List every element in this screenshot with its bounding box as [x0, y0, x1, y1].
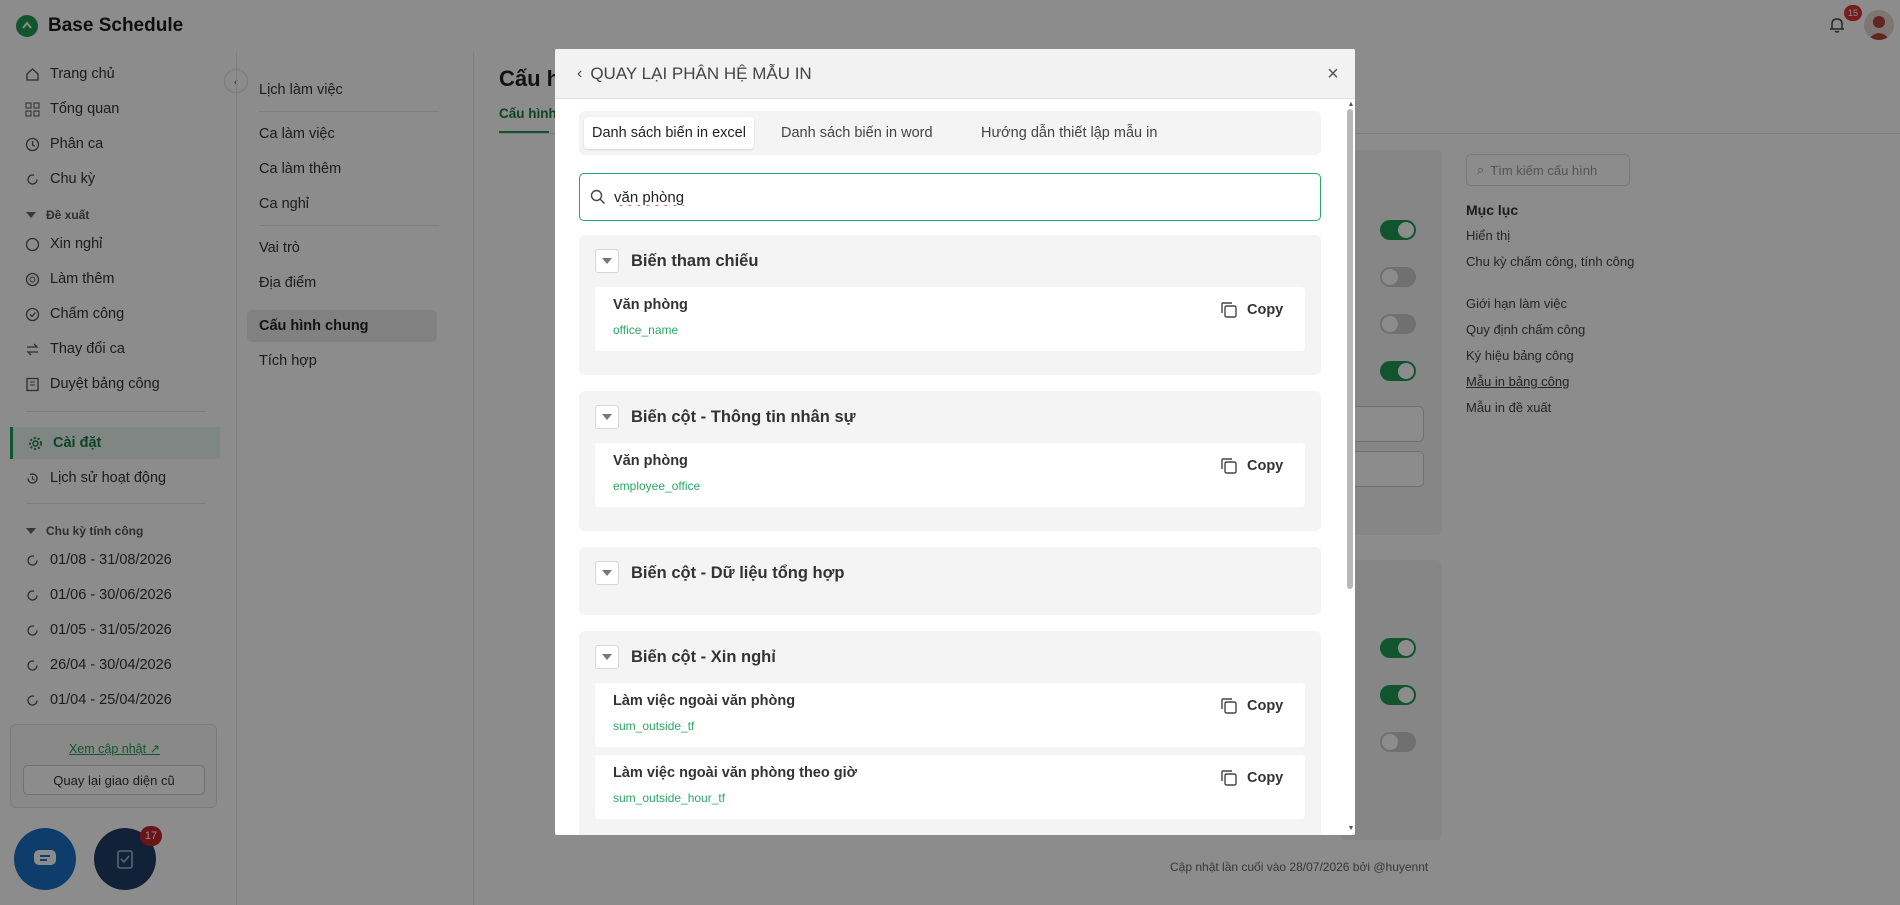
- copy-button[interactable]: Copy: [1219, 768, 1283, 788]
- tab-template-guide[interactable]: Hướng dẫn thiết lập mẫu in: [973, 117, 1165, 149]
- variable-group: Biến cột - Dữ liệu tổng hợp: [579, 547, 1321, 615]
- group-collapse-toggle[interactable]: [595, 249, 619, 273]
- copy-label: Copy: [1247, 770, 1284, 786]
- variables-modal: ‹ QUAY LẠI PHÂN HỆ MẪU IN × Danh sách bi…: [555, 49, 1355, 835]
- group-collapse-toggle[interactable]: [595, 645, 619, 669]
- scroll-up-icon[interactable]: ▲: [1347, 101, 1355, 108]
- search-icon: [590, 189, 605, 204]
- copy-button[interactable]: Copy: [1219, 696, 1283, 716]
- variable-code: sum_outside_tf: [613, 719, 695, 733]
- variable-group: Biến cột - Thông tin nhân sự Văn phòng e…: [579, 391, 1321, 531]
- caret-down-icon: [602, 414, 612, 420]
- copy-icon: [1221, 458, 1237, 474]
- copy-button[interactable]: Copy: [1219, 300, 1283, 320]
- close-icon: ×: [1327, 62, 1339, 85]
- variable-name: Văn phòng: [613, 297, 688, 313]
- modal-header: ‹ QUAY LẠI PHÂN HỆ MẪU IN ×: [555, 49, 1355, 99]
- variable-code: office_name: [613, 323, 679, 337]
- copy-button[interactable]: Copy: [1219, 456, 1283, 476]
- variable-group: Biến cột - Xin nghỉ Làm việc ngoài văn p…: [579, 631, 1321, 835]
- variable-item: Văn phòng employee_office Copy: [595, 443, 1305, 507]
- group-collapse-toggle[interactable]: [595, 561, 619, 585]
- copy-label: Copy: [1247, 302, 1284, 318]
- variable-item: Văn phòng office_name Copy: [595, 287, 1305, 351]
- variable-code: sum_outside_hour_tf: [613, 791, 726, 805]
- group-title: Biến tham chiếu: [631, 251, 759, 270]
- group-header: Biến tham chiếu: [595, 249, 758, 273]
- group-collapse-toggle[interactable]: [595, 405, 619, 429]
- group-header: Biến cột - Xin nghỉ: [595, 645, 776, 669]
- variable-item: Làm việc ngoài văn phòng theo giờ sum_ou…: [595, 755, 1305, 819]
- variable-group: Biến tham chiếu Văn phòng office_name Co…: [579, 235, 1321, 375]
- scrollbar-thumb[interactable]: [1347, 109, 1353, 589]
- variable-name: Làm việc ngoài văn phòng: [613, 693, 796, 709]
- chevron-left-icon: ‹: [577, 65, 583, 82]
- copy-icon: [1221, 698, 1237, 714]
- tab-word-variables[interactable]: Danh sách biến in word: [773, 117, 941, 149]
- copy-icon: [1221, 770, 1237, 786]
- group-header: Biến cột - Dữ liệu tổng hợp: [595, 561, 844, 585]
- back-label: QUAY LẠI PHÂN HỆ MẪU IN: [590, 64, 812, 83]
- variable-code: employee_office: [613, 479, 701, 493]
- variable-item: Làm việc ngoài văn phòng sum_outside_tf …: [595, 683, 1305, 747]
- group-title: Biến cột - Dữ liệu tổng hợp: [631, 563, 845, 582]
- scroll-down-icon[interactable]: ▼: [1347, 825, 1355, 832]
- search-input[interactable]: [614, 188, 1294, 206]
- variable-name: Làm việc ngoài văn phòng theo giờ: [613, 765, 857, 781]
- caret-down-icon: [602, 570, 612, 576]
- variable-name: Văn phòng: [613, 453, 688, 469]
- tab-excel-variables[interactable]: Danh sách biến in excel: [584, 117, 754, 149]
- caret-down-icon: [602, 258, 612, 264]
- caret-down-icon: [602, 654, 612, 660]
- copy-label: Copy: [1247, 458, 1284, 474]
- group-title: Biến cột - Thông tin nhân sự: [631, 407, 856, 426]
- group-title: Biến cột - Xin nghỉ: [631, 647, 776, 666]
- close-button[interactable]: ×: [1322, 63, 1344, 85]
- modal-tabs: Danh sách biến in excel Danh sách biến i…: [579, 111, 1321, 155]
- back-button[interactable]: ‹ QUAY LẠI PHÂN HỆ MẪU IN: [577, 64, 812, 84]
- group-header: Biến cột - Thông tin nhân sự: [595, 405, 856, 429]
- copy-label: Copy: [1247, 698, 1284, 714]
- copy-icon: [1221, 302, 1237, 318]
- variable-search-field[interactable]: [579, 173, 1321, 221]
